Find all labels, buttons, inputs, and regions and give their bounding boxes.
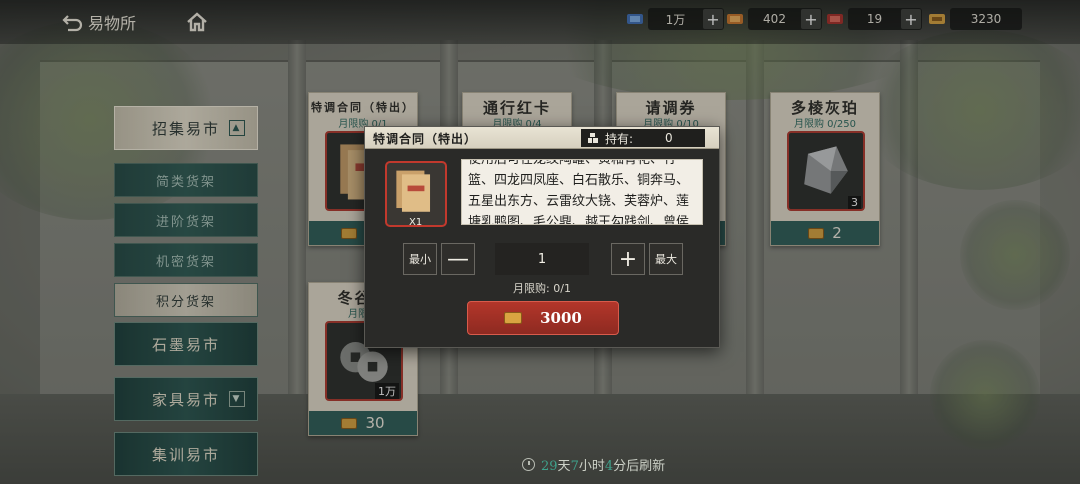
max-quantity-button[interactable]: 最大 <box>649 243 683 275</box>
refresh-hours: 7 <box>570 458 579 474</box>
increase-button[interactable]: + <box>611 243 645 275</box>
refresh-timer: 29天7小时4分后刷新 <box>522 456 666 474</box>
refresh-unit: 天 <box>557 458 571 474</box>
buy-price: 3000 <box>540 309 582 327</box>
refresh-unit: 小时 <box>578 458 605 474</box>
inventory-icon <box>588 133 598 143</box>
description-line: 五星出东方、云雷纹大铙、芙蓉炉、莲 <box>468 194 690 209</box>
quantity-value[interactable]: 1 <box>495 243 589 275</box>
description-line: 篮、四龙四凤座、白石散乐、铜奔马、 <box>468 173 690 188</box>
description-line: 塘乳鸭图、毛公鼎、越王勾践剑、曾侯 <box>468 215 690 225</box>
description-line: 使用后可在龙纹陶罐、黄釉青花、竹 <box>468 159 677 167</box>
item-description[interactable]: 使用后可在龙纹陶罐、黄釉青花、竹 篮、四龙四凤座、白石散乐、铜奔马、 五星出东方… <box>461 159 703 225</box>
dialog-header: 特调合同（特出） 持有: 0 <box>365 127 719 149</box>
ticket-icon <box>504 312 523 324</box>
dialog-title: 特调合同（特出） <box>373 132 478 146</box>
refresh-days: 29 <box>541 458 558 474</box>
monthly-limit: 月限购: 0/1 <box>513 282 571 295</box>
owned-label: 持有: <box>605 131 634 146</box>
clock-icon <box>522 457 535 471</box>
buy-button[interactable]: 3000 <box>467 301 619 335</box>
refresh-suffix: 分后刷新 <box>613 458 666 474</box>
min-quantity-button[interactable]: 最小 <box>403 243 437 275</box>
owned-value: 0 <box>665 131 673 145</box>
decrease-button[interactable]: — <box>441 243 475 275</box>
purchase-dialog: 特调合同（特出） 持有: 0 X1 使用后可在龙纹陶罐、黄釉青花、竹 篮、四龙四… <box>364 126 720 348</box>
refresh-minutes: 4 <box>604 458 614 474</box>
owned-count: 持有: 0 <box>581 129 705 147</box>
quantity-stepper: 最小 — 1 + 最大 <box>403 243 683 275</box>
item-count: X1 <box>409 217 423 228</box>
